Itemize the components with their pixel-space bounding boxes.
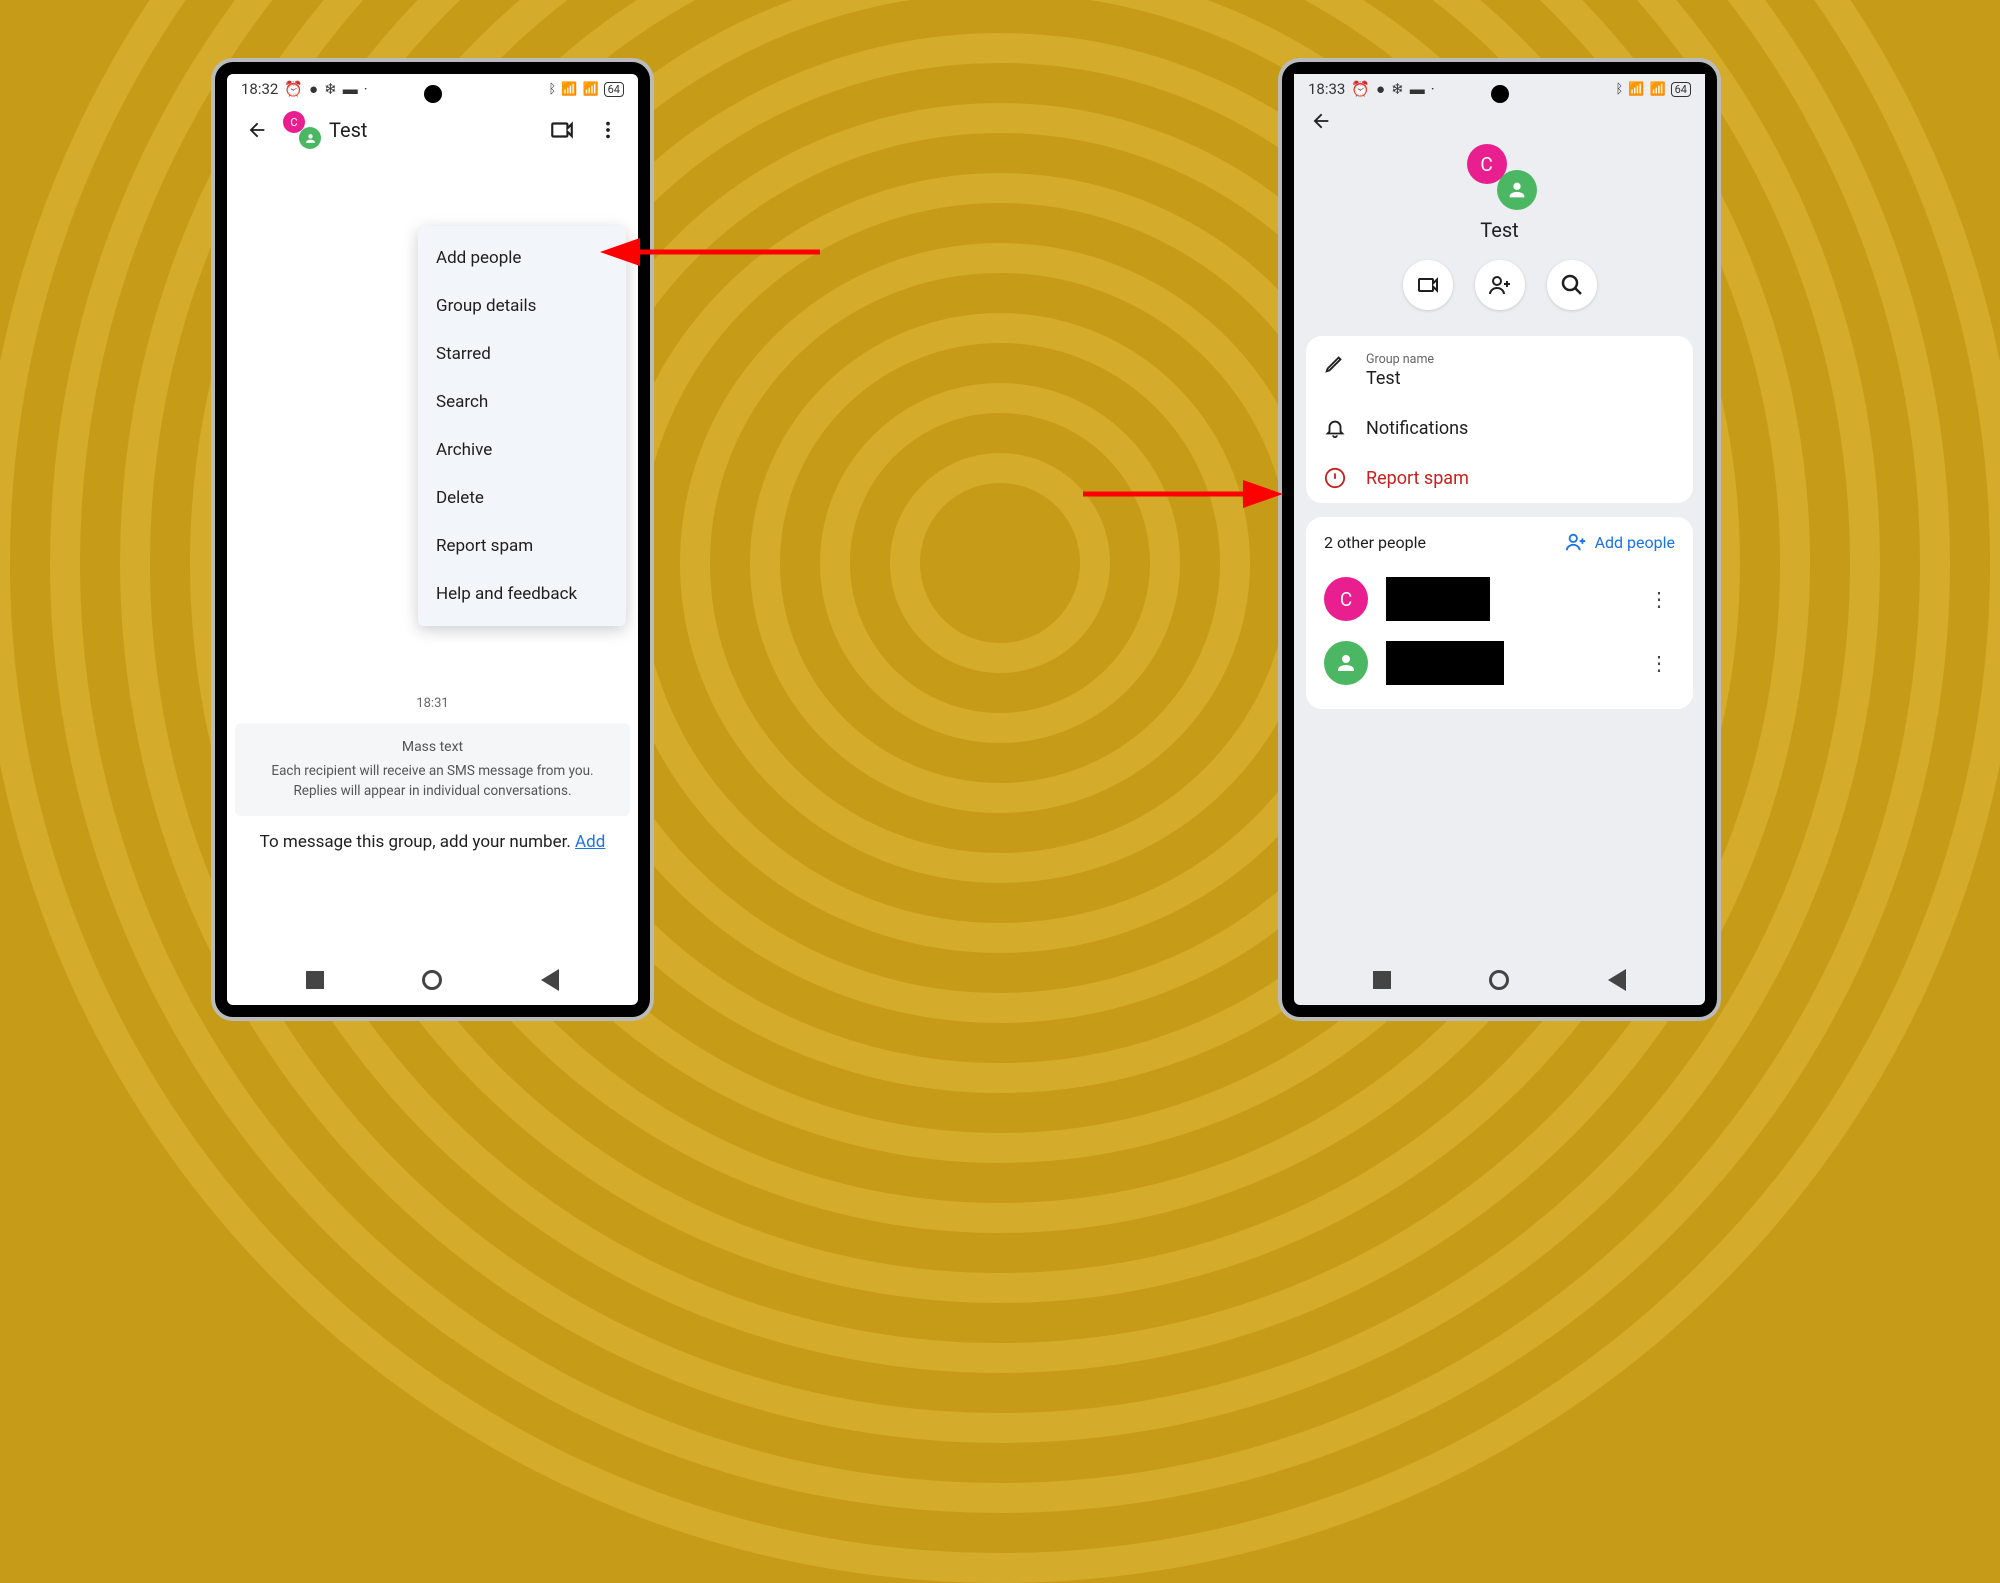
person-row[interactable]: ⋮ (1324, 631, 1675, 695)
group-title: Test (1294, 218, 1705, 242)
menu-delete[interactable]: Delete (418, 474, 626, 522)
more-options-button[interactable] (590, 112, 626, 148)
more-icon: · (1431, 80, 1435, 98)
more-icon: · (364, 80, 368, 98)
action-row (1294, 260, 1705, 310)
android-nav-bar (227, 961, 638, 999)
arrow-annotation-icon (1078, 474, 1288, 514)
dot-icon: ● (1376, 80, 1385, 98)
cta-text: To message this group, add your number. (260, 832, 575, 852)
add-people-text: Add people (1595, 533, 1675, 552)
wifi-icon: 📶 (1649, 82, 1665, 97)
android-nav-bar (1294, 961, 1705, 999)
recents-button[interactable] (1373, 971, 1391, 989)
redacted-name (1386, 641, 1504, 685)
bluetooth-icon: ᛒ (548, 82, 556, 97)
snow-icon: ❄ (1391, 80, 1404, 98)
settings-card: Group name Test Notifications Report spa… (1306, 336, 1693, 503)
menu-starred[interactable]: Starred (418, 330, 626, 378)
dot-icon: ● (309, 80, 318, 98)
bar-icon: ▬ (343, 80, 358, 98)
menu-help-feedback[interactable]: Help and feedback (418, 570, 626, 618)
notifications-label: Notifications (1366, 418, 1468, 439)
video-call-button[interactable] (1403, 260, 1453, 310)
mass-text-info: Mass text Each recipient will receive an… (235, 723, 630, 816)
home-button[interactable] (1489, 970, 1509, 990)
overflow-menu: Add people Group details Starred Search … (418, 226, 626, 626)
menu-report-spam[interactable]: Report spam (418, 522, 626, 570)
group-details-header: C Test (1294, 136, 1705, 336)
menu-group-details[interactable]: Group details (418, 282, 626, 330)
people-card: 2 other people Add people C ⋮ ⋮ (1306, 517, 1693, 709)
group-name-value: Test (1366, 368, 1434, 389)
group-avatar: C (285, 113, 319, 147)
avatar-green-icon (1324, 641, 1368, 685)
person-row[interactable]: C ⋮ (1324, 567, 1675, 631)
avatar-pink-icon: C (1324, 577, 1368, 621)
info-line-2: Replies will appear in individual conver… (253, 781, 612, 801)
video-call-button[interactable] (544, 112, 580, 148)
add-number-link[interactable]: Add (575, 832, 605, 852)
chat-title[interactable]: Test (329, 118, 534, 142)
camera-hole-icon (424, 85, 442, 103)
bell-icon (1324, 417, 1346, 439)
phone-right: 18:33 ⏰ ● ❄ ▬ · ᛒ 📶 📶 64 C Test (1282, 62, 1717, 1017)
bar-icon: ▬ (1410, 80, 1425, 98)
signal-icon: 📶 (561, 82, 577, 97)
search-button[interactable] (1547, 260, 1597, 310)
person-more-button[interactable]: ⋮ (1643, 651, 1675, 675)
avatar-green-icon (299, 127, 321, 149)
report-spam-label: Report spam (1366, 468, 1469, 489)
alert-circle-icon (1324, 467, 1346, 489)
notifications-row[interactable]: Notifications (1306, 403, 1693, 453)
info-line-1: Each recipient will receive an SMS messa… (253, 761, 612, 781)
back-button[interactable] (239, 112, 275, 148)
android-back-button[interactable] (1608, 969, 1626, 991)
signal-icon: 📶 (1628, 82, 1644, 97)
app-bar: C Test (227, 104, 638, 156)
report-spam-row[interactable]: Report spam (1306, 453, 1693, 503)
wifi-icon: 📶 (582, 82, 598, 97)
avatar-green-icon (1497, 170, 1537, 210)
alarm-icon: ⏰ (1351, 80, 1370, 98)
snow-icon: ❄ (324, 80, 337, 98)
person-more-button[interactable]: ⋮ (1643, 587, 1675, 611)
group-name-label: Group name (1366, 352, 1434, 367)
android-back-button[interactable] (541, 969, 559, 991)
message-timestamp: 18:31 (227, 696, 638, 711)
status-time: 18:32 (241, 80, 278, 98)
battery-icon: 64 (1671, 82, 1691, 97)
redacted-name (1386, 577, 1490, 621)
menu-search[interactable]: Search (418, 378, 626, 426)
person-add-icon (1565, 531, 1587, 553)
group-name-row[interactable]: Group name Test (1306, 336, 1693, 403)
group-avatar-large: C (1471, 148, 1529, 206)
add-number-prompt: To message this group, add your number. … (241, 832, 624, 852)
phone-left: 18:32 ⏰ ● ❄ ▬ · ᛒ 📶 📶 64 C Test Add peop… (215, 62, 650, 1017)
status-time: 18:33 (1308, 80, 1345, 98)
camera-hole-icon (1491, 85, 1509, 103)
home-button[interactable] (422, 970, 442, 990)
battery-icon: 64 (604, 82, 624, 97)
edit-icon (1324, 352, 1346, 374)
people-count: 2 other people (1324, 533, 1426, 552)
back-button[interactable] (1306, 106, 1336, 136)
info-title: Mass text (253, 737, 612, 758)
recents-button[interactable] (306, 971, 324, 989)
add-people-link[interactable]: Add people (1565, 531, 1675, 553)
add-people-button[interactable] (1475, 260, 1525, 310)
bluetooth-icon: ᛒ (1615, 82, 1623, 97)
alarm-icon: ⏰ (284, 80, 303, 98)
details-body: Group name Test Notifications Report spa… (1294, 336, 1705, 956)
arrow-annotation-icon (595, 232, 825, 272)
menu-archive[interactable]: Archive (418, 426, 626, 474)
